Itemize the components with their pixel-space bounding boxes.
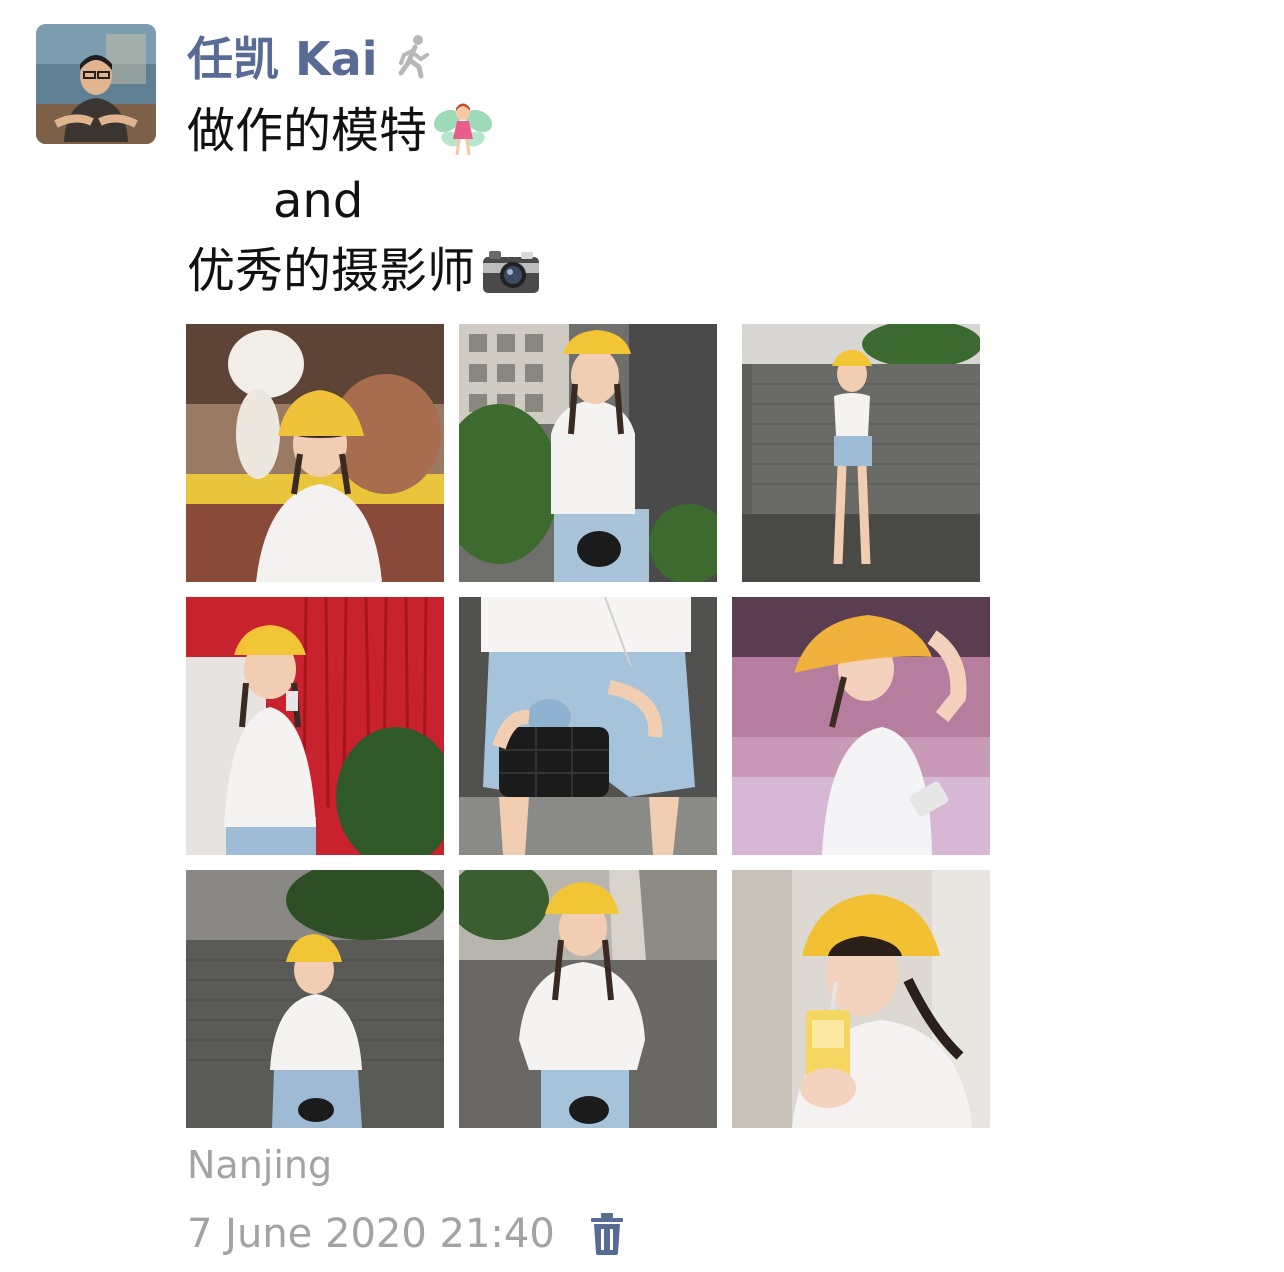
meta-row: 7 June 2020 21:40 <box>187 1204 627 1264</box>
trash-icon[interactable] <box>587 1212 627 1256</box>
author-name[interactable]: 任凯 Kai <box>187 23 377 89</box>
post-line-3: 优秀的摄影师 <box>187 236 1087 306</box>
photo-thumbnail-7[interactable] <box>186 870 444 1128</box>
avatar[interactable] <box>36 24 156 144</box>
timestamp: 7 June 2020 21:40 <box>187 1211 555 1257</box>
photo-thumbnail-4[interactable] <box>186 597 444 855</box>
post-text: 做作的模特 and 优秀的摄影师 <box>187 96 1087 306</box>
fairy-emoji-icon <box>431 99 495 163</box>
photo-thumbnail-6[interactable] <box>732 597 990 855</box>
photo-thumbnail-3[interactable] <box>742 324 980 582</box>
photo-grid <box>186 324 990 1128</box>
author-row: 任凯 Kai <box>187 26 437 86</box>
photo-thumbnail-1[interactable] <box>186 324 444 582</box>
post-line-1: 做作的模特 <box>187 96 1087 166</box>
photo-thumbnail-8[interactable] <box>459 870 717 1128</box>
photo-thumbnail-2[interactable] <box>459 324 717 582</box>
walking-person-icon <box>391 33 437 79</box>
post-text-line: and <box>273 173 364 229</box>
camera-emoji-icon <box>479 239 543 303</box>
photo-thumbnail-9[interactable] <box>732 870 990 1128</box>
post-line-2: and <box>187 166 1087 236</box>
location-link[interactable]: Nanjing <box>187 1143 332 1187</box>
post-text-line: 优秀的摄影师 <box>187 243 476 299</box>
post-text-line: 做作的模特 <box>187 103 428 159</box>
photo-thumbnail-5[interactable] <box>459 597 717 855</box>
